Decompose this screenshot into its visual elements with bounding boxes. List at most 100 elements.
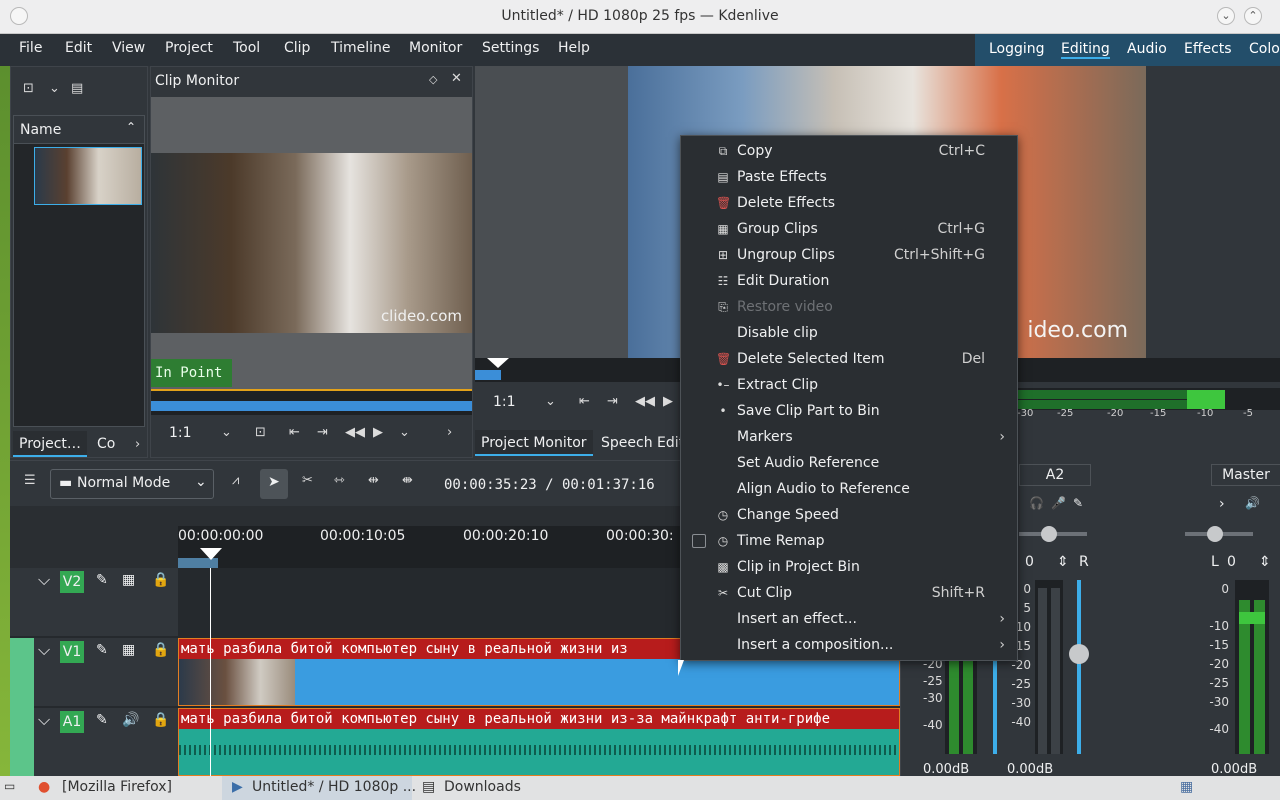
- spacer-icon[interactable]: ⩘: [232, 473, 239, 488]
- menu-item-markers[interactable]: Markers ›: [681, 424, 1017, 450]
- minimize-icon[interactable]: ⌄: [1217, 7, 1235, 25]
- collapse-icon[interactable]: ⌵: [38, 640, 50, 660]
- menu-item-change-speed[interactable]: ◷ Change Speed: [681, 502, 1017, 528]
- menu-item-edit-duration[interactable]: ☷ Edit Duration: [681, 268, 1017, 294]
- layout-effects[interactable]: Effects: [1184, 41, 1232, 57]
- playhead-marker[interactable]: [487, 358, 509, 368]
- desktop-icon[interactable]: ▭: [4, 779, 15, 793]
- fit-icon[interactable]: ⊡: [255, 425, 266, 440]
- zoom-select[interactable]: 1:1: [493, 394, 516, 410]
- film-icon[interactable]: ▦: [122, 642, 135, 658]
- tab-color[interactable]: Co: [91, 431, 121, 457]
- menu-view[interactable]: View: [112, 40, 145, 56]
- speaker-icon[interactable]: 🔊: [1245, 496, 1260, 510]
- menu-item-copy[interactable]: ⧉ Copy Ctrl+C: [681, 138, 1017, 164]
- play-icon[interactable]: ▶: [373, 425, 383, 440]
- speaker-icon[interactable]: 🔊: [122, 712, 139, 728]
- menu-item-cut-clip[interactable]: ✂ Cut Clip Shift+R: [681, 580, 1017, 606]
- film-icon[interactable]: ▦: [122, 572, 135, 588]
- zoom-select[interactable]: 1:1: [169, 425, 192, 441]
- menu-item-set-audio-reference[interactable]: Set Audio Reference: [681, 450, 1017, 476]
- menu-clip[interactable]: Clip: [284, 40, 310, 56]
- menu-monitor[interactable]: Monitor: [409, 40, 462, 56]
- layout-color[interactable]: Colo: [1249, 41, 1280, 57]
- headphones-icon[interactable]: 🎧: [1029, 496, 1044, 510]
- audio-clip[interactable]: мать разбила битой компьютер сыну в реал…: [178, 708, 900, 776]
- taskbar-downloads[interactable]: Downloads: [444, 779, 521, 795]
- bin-header[interactable]: Name ⌃: [14, 116, 144, 144]
- menu-item-align-audio-to-reference[interactable]: Align Audio to Reference: [681, 476, 1017, 502]
- chevron-right-icon[interactable]: ›: [1219, 496, 1225, 512]
- menu-item-ungroup-clips[interactable]: ⊞ Ungroup Clips Ctrl+Shift+G: [681, 242, 1017, 268]
- chevron-right-icon[interactable]: ›: [447, 425, 452, 440]
- menu-file[interactable]: File: [19, 40, 42, 56]
- chevron-right-icon[interactable]: ›: [135, 437, 140, 452]
- menu-item-extract-clip[interactable]: •–• Extract Clip: [681, 372, 1017, 418]
- ripple-icon[interactable]: ⇹: [368, 473, 379, 488]
- add-clip-icon[interactable]: ⊡: [23, 81, 34, 96]
- layout-audio[interactable]: Audio: [1127, 41, 1167, 57]
- spin-icon[interactable]: ⇕: [1057, 554, 1069, 570]
- set-out-icon[interactable]: ⇥: [317, 425, 328, 440]
- spin-icon[interactable]: ⇕: [1259, 554, 1271, 570]
- clip-ruler[interactable]: [151, 389, 472, 415]
- chevron-down-icon[interactable]: ⌄: [221, 425, 232, 440]
- rewind-icon[interactable]: ◀◀: [635, 394, 655, 409]
- effects-icon[interactable]: ✎: [1073, 496, 1083, 510]
- maximize-icon[interactable]: ⌃: [1244, 7, 1262, 25]
- effects-icon[interactable]: ✎: [96, 572, 108, 588]
- track-target-bar[interactable]: [10, 638, 34, 776]
- pan-slider-master[interactable]: [1185, 526, 1253, 542]
- menu-tool[interactable]: Tool: [233, 40, 260, 56]
- checkbox[interactable]: [692, 534, 706, 548]
- pan-slider-a2[interactable]: [1019, 526, 1087, 542]
- menu-item-clip-in-project-bin[interactable]: ▩ Clip in Project Bin: [681, 554, 1017, 580]
- settings-sliders-icon[interactable]: ☰: [24, 473, 36, 488]
- multicam-icon[interactable]: ⇼: [402, 473, 413, 488]
- razor-icon[interactable]: ✂: [302, 473, 313, 488]
- lock-icon[interactable]: 🔒: [152, 712, 169, 728]
- track-name-v1[interactable]: V1: [60, 641, 84, 663]
- effects-icon[interactable]: ✎: [96, 642, 108, 658]
- set-in-icon[interactable]: ⇤: [289, 425, 300, 440]
- tab-project-bin[interactable]: Project…: [13, 431, 87, 457]
- menu-item-delete-effects[interactable]: 🗑 Delete Effects: [681, 190, 1017, 216]
- menu-item-disable-clip[interactable]: Disable clip: [681, 320, 1017, 346]
- menu-timeline[interactable]: Timeline: [331, 40, 391, 56]
- layout-logging[interactable]: Logging: [989, 41, 1045, 57]
- set-out-icon[interactable]: ⇥: [607, 394, 618, 409]
- edit-mode-select[interactable]: ▬ Normal Mode ⌄: [50, 469, 214, 499]
- layout-editing[interactable]: Editing: [1061, 41, 1110, 59]
- menu-help[interactable]: Help: [558, 40, 590, 56]
- menu-item-paste-effects[interactable]: ▤ Paste Effects: [681, 164, 1017, 190]
- clip-thumbnail[interactable]: [34, 147, 142, 205]
- menu-item-save-clip-part-to-bin[interactable]: Save Clip Part to Bin: [681, 398, 1017, 424]
- menu-item-delete-selected-item[interactable]: 🗑 Delete Selected Item Del: [681, 346, 1017, 372]
- lock-icon[interactable]: 🔒: [152, 642, 169, 658]
- tab-project-monitor[interactable]: Project Monitor: [475, 430, 593, 456]
- menu-item-insert-a-composition[interactable]: Insert a composition... ›: [681, 632, 1017, 658]
- slip-icon[interactable]: ⇿: [334, 473, 345, 488]
- folder-icon[interactable]: ▤: [71, 81, 83, 96]
- lock-icon[interactable]: 🔒: [152, 572, 169, 588]
- menu-item-restore-video[interactable]: ⎘ Restore video: [681, 294, 1017, 320]
- mic-icon[interactable]: 🎤: [1051, 496, 1066, 510]
- volume-slider-a2[interactable]: [1069, 580, 1089, 754]
- set-in-icon[interactable]: ⇤: [579, 394, 590, 409]
- play-icon[interactable]: ▶: [663, 394, 673, 409]
- float-icon[interactable]: ◇: [429, 73, 437, 86]
- rewind-icon[interactable]: ◀◀: [345, 425, 365, 440]
- menu-project[interactable]: Project: [165, 40, 213, 56]
- gain-value-a2[interactable]: 0: [1025, 554, 1034, 570]
- sort-up-icon[interactable]: ⌃: [126, 120, 136, 134]
- menu-item-group-clips[interactable]: ▦ Group Clips Ctrl+G: [681, 216, 1017, 242]
- taskbar-kdenlive[interactable]: Untitled* / HD 1080p ...: [252, 779, 416, 795]
- collapse-icon[interactable]: ⌵: [38, 570, 50, 590]
- select-tool-button[interactable]: ➤: [260, 469, 288, 499]
- menu-item-time-remap[interactable]: ◷ Time Remap: [681, 528, 1017, 554]
- chevron-down-icon[interactable]: ⌄: [399, 425, 410, 440]
- effects-icon[interactable]: ✎: [96, 712, 108, 728]
- menu-item-insert-an-effect[interactable]: Insert an effect... ›: [681, 606, 1017, 632]
- chevron-down-icon[interactable]: ⌄: [49, 81, 60, 96]
- collapse-icon[interactable]: ⌵: [38, 710, 50, 730]
